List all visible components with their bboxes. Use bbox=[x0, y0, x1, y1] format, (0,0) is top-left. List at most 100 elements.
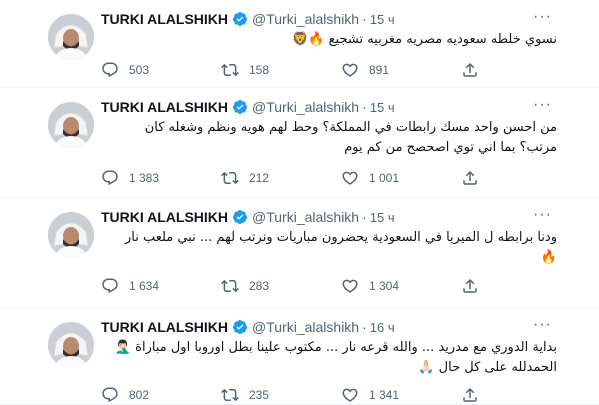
tweet-header: TURKI ALALSHIKH @Turki_alalshikh · 15 ч bbox=[101, 97, 395, 117]
tweet-timestamp[interactable]: 15 ч bbox=[370, 100, 395, 115]
tweet-actions: 802 235 1 341 bbox=[101, 385, 501, 405]
reply-count: 1 383 bbox=[129, 171, 160, 185]
tweet-text: نسوي خلطه سعوديه مصريه مغربيه تشجيع 🔥🦁 bbox=[101, 30, 557, 50]
tweet-text-line: الحمدلله على كل حال 🙏🏻 bbox=[418, 360, 557, 375]
retweet-count: 212 bbox=[249, 171, 270, 185]
avatar[interactable] bbox=[48, 212, 94, 258]
separator-dot: · bbox=[362, 209, 367, 225]
retweet-button[interactable]: 283 bbox=[221, 277, 341, 295]
like-button[interactable]: 1 304 bbox=[341, 277, 461, 295]
tweet-text: بداية الدوري مع مدريد ... والله قرعه نار… bbox=[101, 338, 557, 378]
tweet-text-line: من احسن واحد مسك رابطات في المملكة؟ وحط … bbox=[144, 120, 557, 135]
tweet-header: TURKI ALALSHIKH @Turki_alalshikh · 15 ч bbox=[101, 9, 395, 29]
share-icon bbox=[463, 170, 477, 185]
tweet-header: TURKI ALALSHIKH @Turki_alalshikh · 16 ч bbox=[101, 317, 395, 337]
retweet-icon bbox=[221, 171, 239, 185]
tweet[interactable]: TURKI ALALSHIKH @Turki_alalshikh · 15 ч … bbox=[0, 0, 599, 88]
verified-badge-icon bbox=[233, 210, 248, 224]
share-button[interactable] bbox=[461, 277, 489, 295]
tweet[interactable]: TURKI ALALSHIKH @Turki_alalshikh · 16 ч … bbox=[0, 308, 599, 405]
reply-icon bbox=[102, 170, 118, 186]
share-icon bbox=[463, 387, 477, 402]
reply-icon bbox=[102, 62, 118, 78]
heart-icon bbox=[342, 279, 358, 293]
share-button[interactable] bbox=[461, 386, 489, 404]
reply-count: 802 bbox=[129, 388, 150, 402]
more-icon[interactable]: ··· bbox=[533, 207, 551, 228]
more-icon[interactable]: ··· bbox=[533, 9, 551, 30]
avatar-photo-icon bbox=[48, 212, 94, 258]
reply-count: 1 634 bbox=[129, 279, 160, 293]
reply-button[interactable]: 503 bbox=[101, 61, 221, 79]
tweet-text-line: 🔥 bbox=[540, 250, 557, 265]
share-button[interactable] bbox=[461, 169, 489, 187]
retweet-icon bbox=[221, 63, 239, 77]
heart-icon bbox=[342, 63, 358, 77]
reply-icon bbox=[102, 278, 118, 294]
like-count: 1 304 bbox=[369, 279, 400, 293]
more-icon[interactable]: ··· bbox=[533, 97, 551, 118]
tweet-timestamp[interactable]: 15 ч bbox=[370, 210, 395, 225]
tweet-text-line: بداية الدوري مع مدريد ... والله قرعه نار… bbox=[114, 340, 557, 355]
author-handle[interactable]: @Turki_alalshikh bbox=[252, 11, 359, 27]
share-icon bbox=[463, 278, 477, 293]
retweet-icon bbox=[221, 279, 239, 293]
tweet-timestamp[interactable]: 16 ч bbox=[370, 320, 395, 335]
reply-icon bbox=[102, 387, 118, 403]
tweet-text: ودنا برابطه ل الميريا في السعودية يحضرون… bbox=[101, 228, 557, 268]
author-name[interactable]: TURKI ALALSHIKH bbox=[101, 209, 228, 225]
avatar[interactable] bbox=[48, 102, 94, 148]
author-name[interactable]: TURKI ALALSHIKH bbox=[101, 319, 228, 335]
tweet-text-line: نسوي خلطه سعوديه مصريه مغربيه تشجيع 🔥🦁 bbox=[292, 32, 557, 47]
tweet-header: TURKI ALALSHIKH @Turki_alalshikh · 15 ч bbox=[101, 207, 395, 227]
verified-badge-icon bbox=[233, 100, 248, 114]
reply-button[interactable]: 802 bbox=[101, 386, 221, 404]
tweet-actions: 1 634 283 1 304 bbox=[101, 276, 501, 296]
retweet-button[interactable]: 235 bbox=[221, 386, 341, 404]
heart-icon bbox=[342, 388, 358, 402]
tweet-actions: 1 383 212 1 001 bbox=[101, 168, 501, 188]
retweet-button[interactable]: 158 bbox=[221, 61, 341, 79]
like-count: 1 341 bbox=[369, 388, 400, 402]
author-name[interactable]: TURKI ALALSHIKH bbox=[101, 99, 228, 115]
reply-button[interactable]: 1 634 bbox=[101, 277, 221, 295]
author-handle[interactable]: @Turki_alalshikh bbox=[252, 99, 359, 115]
retweet-count: 235 bbox=[249, 388, 270, 402]
like-count: 1 001 bbox=[369, 171, 400, 185]
tweet-timestamp[interactable]: 15 ч bbox=[370, 12, 395, 27]
tweet[interactable]: TURKI ALALSHIKH @Turki_alalshikh · 15 ч … bbox=[0, 198, 599, 308]
tweet-text: من احسن واحد مسك رابطات في المملكة؟ وحط … bbox=[101, 118, 557, 158]
verified-badge-icon bbox=[233, 320, 248, 334]
share-button[interactable] bbox=[461, 61, 489, 79]
like-button[interactable]: 1 001 bbox=[341, 169, 461, 187]
separator-dot: · bbox=[362, 99, 367, 115]
more-icon[interactable]: ··· bbox=[533, 317, 551, 338]
reply-button[interactable]: 1 383 bbox=[101, 169, 221, 187]
reply-count: 503 bbox=[129, 63, 150, 77]
tweet-feed: TURKI ALALSHIKH @Turki_alalshikh · 15 ч … bbox=[0, 0, 599, 405]
tweet[interactable]: TURKI ALALSHIKH @Turki_alalshikh · 15 ч … bbox=[0, 88, 599, 198]
tweet-text-line: ودنا برابطه ل الميريا في السعودية يحضرون… bbox=[124, 230, 557, 245]
retweet-button[interactable]: 212 bbox=[221, 169, 341, 187]
avatar[interactable] bbox=[48, 14, 94, 60]
separator-dot: · bbox=[362, 11, 367, 27]
author-name[interactable]: TURKI ALALSHIKH bbox=[101, 11, 228, 27]
retweet-icon bbox=[221, 388, 239, 402]
tweet-text-line: مرتب؟ بما اني توي اصحصح من كم يوم bbox=[344, 140, 557, 155]
avatar-photo-icon bbox=[48, 14, 94, 60]
like-button[interactable]: 1 341 bbox=[341, 386, 461, 404]
tweet-actions: 503 158 891 bbox=[101, 60, 501, 80]
share-icon bbox=[463, 62, 477, 77]
retweet-count: 283 bbox=[249, 279, 270, 293]
avatar[interactable] bbox=[48, 322, 94, 368]
heart-icon bbox=[342, 171, 358, 185]
like-button[interactable]: 891 bbox=[341, 61, 461, 79]
like-count: 891 bbox=[369, 63, 390, 77]
separator-dot: · bbox=[362, 319, 367, 335]
author-handle[interactable]: @Turki_alalshikh bbox=[252, 319, 359, 335]
verified-badge-icon bbox=[233, 12, 248, 26]
avatar-photo-icon bbox=[48, 322, 94, 368]
retweet-count: 158 bbox=[249, 63, 270, 77]
author-handle[interactable]: @Turki_alalshikh bbox=[252, 209, 359, 225]
avatar-photo-icon bbox=[48, 102, 94, 148]
